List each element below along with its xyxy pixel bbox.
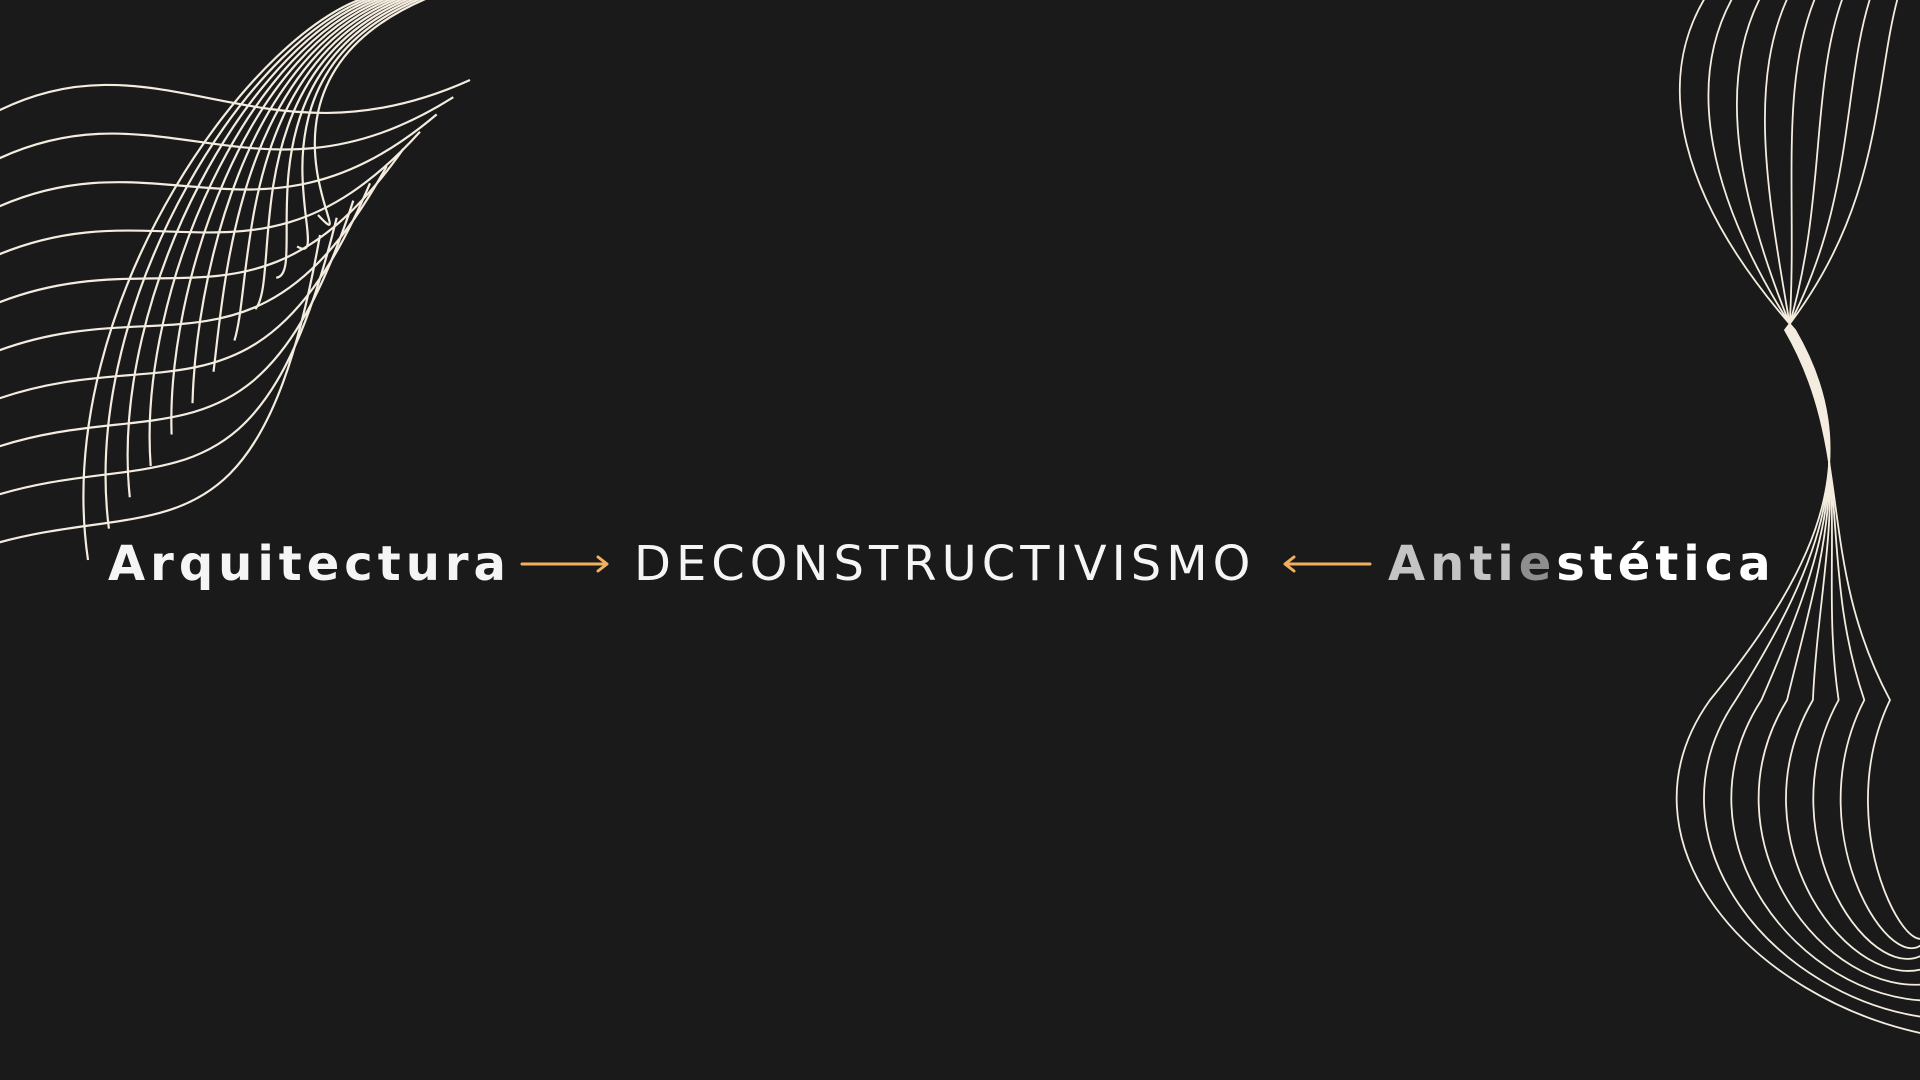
right-term-middle: e	[1518, 536, 1557, 592]
decorative-curve	[1783, 0, 1920, 940]
decorative-curve	[104, 0, 369, 529]
decorative-curve	[1675, 0, 1920, 1034]
decorative-curve	[1785, 0, 1920, 972]
slide: Arquitectura DECONSTRUCTIVISMO Antiestét…	[0, 0, 1920, 1080]
decorative-curve	[1757, 0, 1920, 986]
decorative-curve	[254, 0, 410, 310]
right-term-suffix: stética	[1556, 536, 1776, 592]
right-term: Antiestética	[1388, 528, 1776, 600]
decorative-curve	[1703, 0, 1920, 1018]
decorative-curve	[1786, 0, 1920, 960]
decorative-curve	[0, 130, 421, 256]
arrow-right-icon	[520, 555, 609, 573]
arrow-left-icon	[1283, 555, 1372, 573]
decorative-curve	[126, 0, 375, 498]
center-term: DECONSTRUCTIVISMO	[634, 536, 1256, 592]
left-term: Arquitectura	[108, 536, 511, 592]
right-wave-contours	[1675, 0, 1920, 1034]
decorative-curve	[0, 78, 471, 114]
right-term-prefix: Anti	[1388, 536, 1519, 592]
top-left-wave-mesh	[0, 0, 471, 561]
decorative-curve	[1785, 0, 1920, 949]
